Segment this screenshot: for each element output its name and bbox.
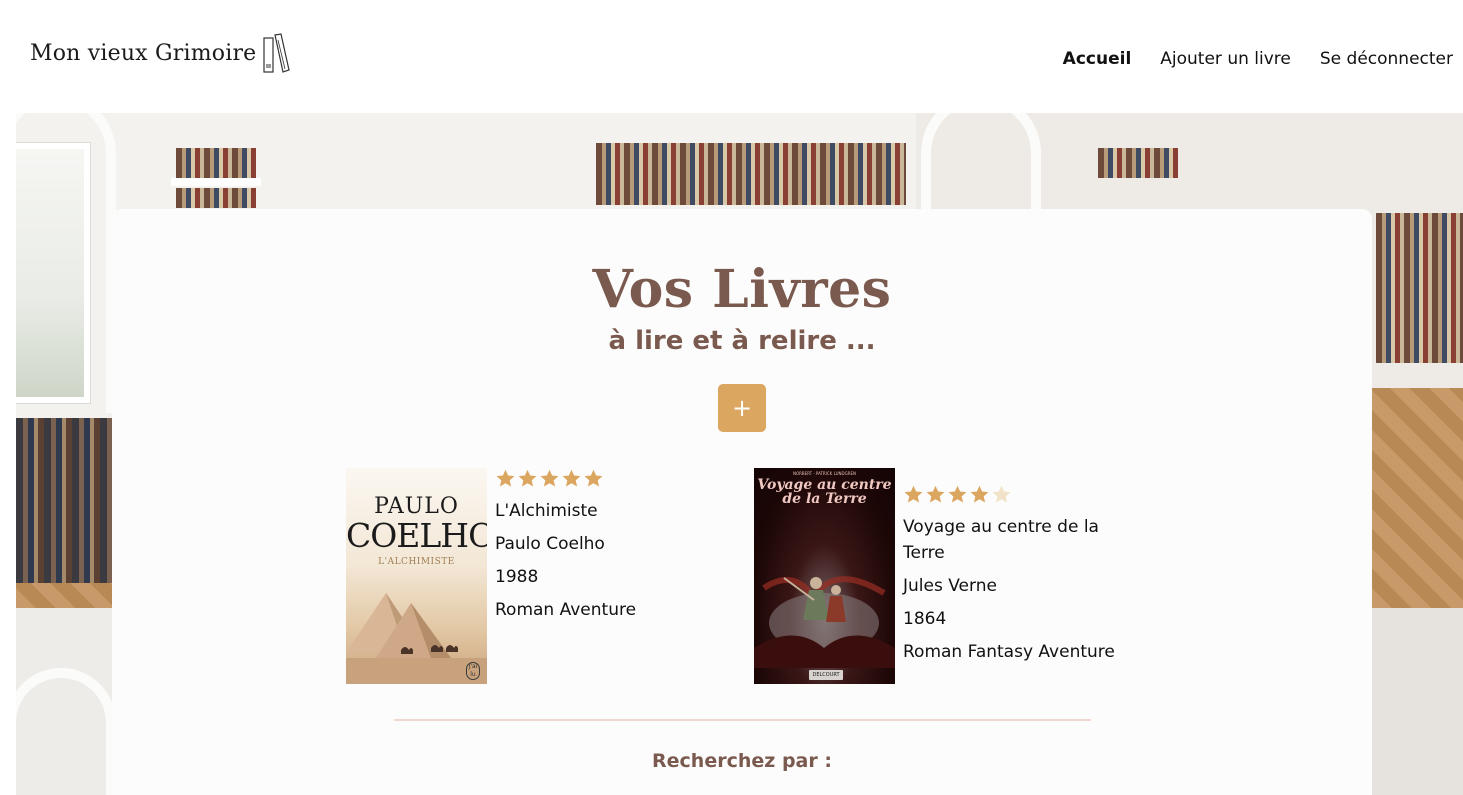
cover-title: Voyage au centre de la Terre (754, 478, 895, 506)
cover-title-line: Voyage au centre (757, 477, 892, 493)
book-rating (495, 468, 636, 492)
site-header: Mon vieux Grimoire Accueil Ajouter un li… (0, 0, 1463, 113)
publisher-logo: DELCOURT (809, 670, 843, 680)
book-genre: Roman Aventure (495, 600, 637, 620)
cover-author-last: COELHO (346, 516, 487, 555)
star-empty-icon (992, 485, 1011, 503)
cover-title: L'ALCHIMISTE (378, 557, 455, 567)
star-filled-icon (518, 469, 537, 487)
books-icon (263, 33, 291, 73)
nav-link-se-deconnecter[interactable]: Se déconnecter (1320, 49, 1453, 69)
star-filled-icon (540, 469, 559, 487)
book-cover-image[interactable]: PAULO COELHO L'ALCHIMISTE J'ai lu (346, 468, 487, 684)
star-filled-icon (584, 469, 603, 487)
star-filled-icon (926, 485, 945, 503)
book-card[interactable]: PAULO COELHO L'ALCHIMISTE J'ai lu L'Alch… (346, 468, 636, 684)
book-info: Voyage au centre de la Terre Jules Verne… (903, 468, 1118, 684)
section-divider (394, 719, 1091, 721)
star-filled-icon (948, 485, 967, 503)
book-cover-image[interactable]: NORBERT · PATRICK LUNDGREN Voyage au cen… (754, 468, 895, 684)
page-subtitle: à lire et à relire ... (608, 326, 876, 356)
star-filled-icon (970, 485, 989, 503)
main-nav: Accueil Ajouter un livre Se déconnecter (1063, 49, 1453, 69)
explorers-illustration (754, 576, 895, 668)
book-title: L'Alchimiste (495, 501, 598, 521)
star-filled-icon (496, 469, 515, 487)
cover-authors: NORBERT · PATRICK LUNDGREN (792, 471, 857, 476)
add-book-button[interactable]: + (718, 384, 766, 432)
book-year: 1864 (903, 609, 947, 629)
book-author: Paulo Coelho (495, 534, 605, 554)
search-section-label: Recherchez par : (652, 750, 832, 772)
book-info: L'Alchimiste Paulo Coelho 1988 Roman Ave… (495, 468, 636, 684)
book-title: Voyage au centre de la Terre (903, 517, 1099, 563)
book-genre: Roman Fantasy Aventure (903, 642, 1115, 662)
book-author: Jules Verne (903, 576, 997, 596)
books-card: Vos Livres à lire et à relire ... + PAUL… (112, 209, 1372, 795)
site-logo[interactable]: Mon vieux Grimoire (30, 32, 292, 74)
page-title: Vos Livres (592, 259, 892, 320)
nav-link-accueil[interactable]: Accueil (1063, 49, 1132, 69)
book-year: 1988 (495, 567, 539, 587)
publisher-logo: J'ai lu (466, 662, 480, 680)
logo-text: Mon vieux Grimoire (30, 40, 257, 66)
nav-link-ajouter-livre[interactable]: Ajouter un livre (1160, 49, 1291, 69)
cover-title-line: de la Terre (782, 491, 867, 507)
book-rating (903, 484, 1118, 508)
star-filled-icon (904, 485, 923, 503)
star-filled-icon (562, 469, 581, 487)
book-card[interactable]: NORBERT · PATRICK LUNDGREN Voyage au cen… (754, 468, 1118, 684)
